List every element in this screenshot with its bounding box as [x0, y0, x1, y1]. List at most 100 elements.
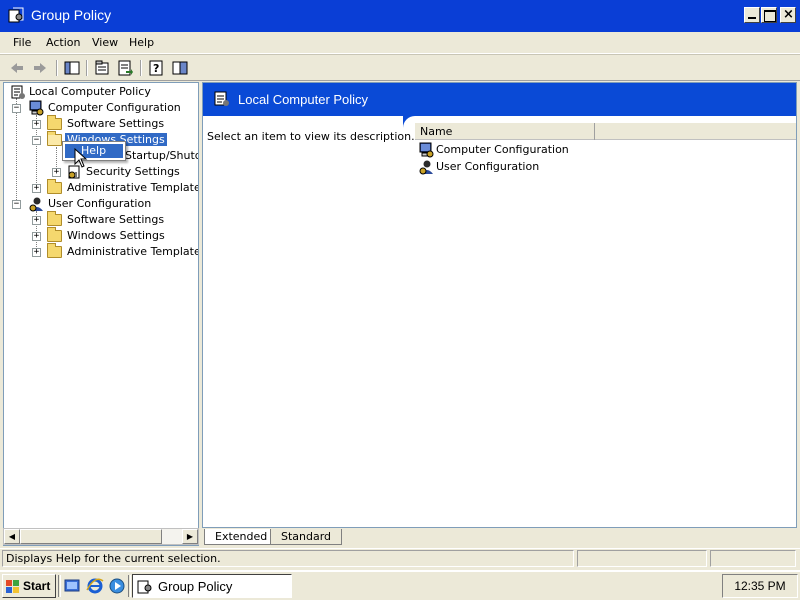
tree-node-computer-configuration[interactable]: Computer Configuration	[28, 100, 198, 116]
status-bar: Displays Help for the current selection.	[0, 548, 800, 568]
collapse-toggle[interactable]: −	[12, 104, 21, 113]
menu-help[interactable]: Help	[129, 36, 154, 49]
help-icon[interactable]: ?	[147, 59, 165, 77]
user-config-icon	[29, 197, 43, 212]
folder-icon	[47, 115, 62, 130]
windows-logo-icon	[6, 580, 19, 593]
expand-toggle[interactable]: +	[52, 168, 61, 177]
tree-label: Security Settings	[86, 165, 180, 178]
tab-extended[interactable]: Extended	[204, 529, 279, 545]
expand-toggle[interactable]: +	[32, 184, 41, 193]
close-button[interactable]: ×	[780, 7, 796, 23]
menu-view[interactable]: View	[92, 36, 118, 49]
list-item-label: User Configuration	[436, 160, 540, 173]
window-title: Group Policy	[31, 7, 112, 23]
tree-label: Software Settings	[67, 213, 165, 226]
expand-toggle[interactable]: +	[32, 120, 41, 129]
policy-scroll-icon	[11, 85, 25, 99]
menu-file[interactable]: File	[13, 36, 31, 49]
system-clock[interactable]: 12:35 PM	[722, 574, 798, 598]
context-menu: Help	[62, 141, 126, 161]
toolbar-separator	[140, 60, 142, 76]
user-config-icon	[419, 160, 433, 175]
tree-node-administrative-templates[interactable]: Administrative Templates	[47, 243, 199, 260]
menu-action[interactable]: Action	[46, 36, 80, 49]
details-header-title: Local Computer Policy	[238, 92, 369, 107]
scroll-left-arrow-icon[interactable]: ◀	[4, 529, 20, 544]
toolbar-separator	[56, 60, 58, 76]
scroll-right-arrow-icon[interactable]: ▶	[182, 529, 198, 544]
list-item-user-configuration[interactable]: User Configuration	[418, 159, 618, 175]
tree-node-software-settings[interactable]: Software Settings	[47, 211, 197, 228]
forward-arrow-icon[interactable]	[31, 59, 49, 77]
toolbar: ?	[0, 54, 800, 81]
expand-toggle[interactable]: +	[32, 216, 41, 225]
tree-node-local-computer-policy[interactable]: Local Computer Policy	[10, 84, 198, 100]
tree-node-administrative-templates[interactable]: Administrative Templates	[47, 179, 199, 196]
start-button[interactable]: Start	[2, 574, 56, 598]
list-item-label: Computer Configuration	[436, 143, 569, 156]
folder-icon	[47, 211, 62, 226]
details-header: Local Computer Policy	[203, 83, 796, 116]
export-list-icon[interactable]	[116, 59, 134, 77]
tree-label: Local Computer Policy	[29, 85, 151, 98]
items-list[interactable]: Name Computer Configuration User Configu…	[415, 123, 796, 527]
show-desktop-icon[interactable]	[63, 577, 81, 595]
expand-toggle[interactable]: +	[32, 248, 41, 257]
tab-standard[interactable]: Standard	[270, 529, 343, 545]
list-item-computer-configuration[interactable]: Computer Configuration	[418, 142, 618, 158]
taskbar-divider	[58, 575, 61, 597]
minimize-button[interactable]	[744, 7, 760, 23]
tree-label: Administrative Templates	[67, 181, 199, 194]
status-panel	[710, 550, 796, 567]
tree-connector	[16, 98, 17, 206]
tree-horizontal-scrollbar[interactable]: ◀ ▶	[3, 528, 199, 545]
maximize-button[interactable]	[761, 7, 777, 23]
computer-config-icon	[419, 142, 434, 158]
tree-node-software-settings[interactable]: Software Settings	[47, 115, 197, 132]
tree-label: Computer Configuration	[48, 101, 181, 114]
group-policy-icon	[137, 580, 152, 594]
status-text: Displays Help for the current selection.	[2, 550, 574, 567]
tree-label: Windows Settings	[67, 229, 165, 242]
list-header: Name	[415, 123, 796, 140]
collapse-toggle[interactable]: −	[12, 200, 21, 209]
svg-text:?: ?	[153, 62, 159, 75]
view-tabs: Extended Standard	[202, 528, 797, 546]
taskbar: Start Group Policy 12:35 PM	[0, 570, 800, 600]
show-hide-console-tree-icon[interactable]	[171, 59, 189, 77]
tree-node-windows-settings[interactable]: Windows Settings	[47, 227, 197, 244]
internet-explorer-icon[interactable]	[86, 577, 104, 595]
folder-icon	[47, 227, 62, 242]
status-panel	[577, 550, 707, 567]
close-icon: ×	[783, 7, 794, 22]
folder-icon	[47, 243, 62, 258]
toolbar-separator	[86, 60, 88, 76]
collapse-toggle[interactable]: −	[32, 136, 41, 145]
start-label: Start	[23, 579, 51, 593]
media-player-icon[interactable]	[108, 577, 126, 595]
taskbar-group-policy[interactable]: Group Policy	[132, 574, 292, 598]
tree-label: Software Settings	[67, 117, 165, 130]
tree-node-user-configuration[interactable]: User Configuration	[28, 196, 198, 212]
properties-icon[interactable]	[93, 59, 111, 77]
tree-label: Startup/Shutdo	[125, 149, 198, 162]
details-pane[interactable]: Local Computer Policy Select an item to …	[202, 82, 797, 528]
title-bar[interactable]: Group Policy ×	[0, 0, 800, 32]
open-folder-icon	[47, 131, 62, 146]
column-header-name[interactable]: Name	[415, 123, 595, 140]
policy-scroll-icon	[214, 91, 229, 106]
folder-icon	[47, 179, 62, 194]
mouse-pointer-icon	[74, 148, 88, 168]
tree-label: Administrative Templates	[67, 245, 199, 258]
back-arrow-icon[interactable]	[8, 59, 26, 77]
scroll-thumb[interactable]	[20, 529, 162, 544]
taskbar-divider	[128, 575, 131, 597]
show-hide-tree-icon[interactable]	[63, 59, 81, 77]
taskbar-task-label: Group Policy	[158, 579, 233, 594]
tree-label: User Configuration	[48, 197, 152, 210]
menu-bar: File Action View Help	[0, 32, 800, 54]
expand-toggle[interactable]: +	[32, 232, 41, 241]
computer-config-icon	[29, 100, 44, 116]
group-policy-icon	[8, 7, 24, 23]
